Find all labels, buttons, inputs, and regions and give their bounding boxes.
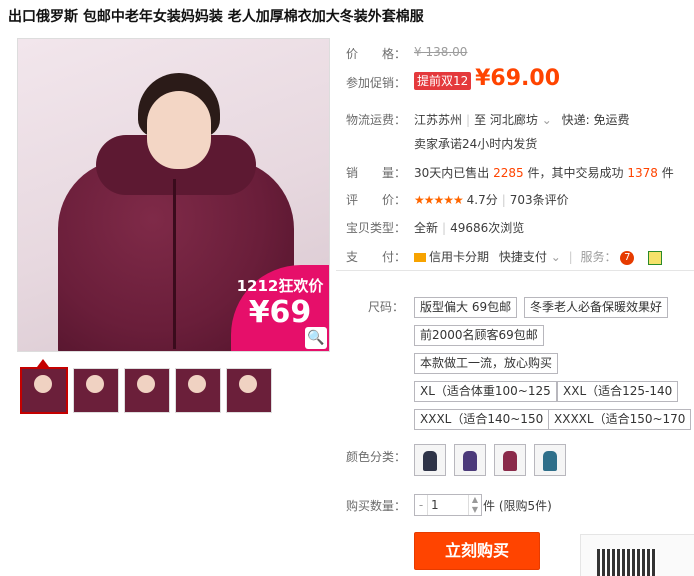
- thumbnail-pointer: [37, 359, 49, 367]
- price-label: 价 格：: [346, 47, 407, 61]
- buy-now-button[interactable]: 立刻购买: [414, 532, 540, 570]
- size-option[interactable]: 冬季老人必备保暖效果好: [524, 297, 669, 318]
- size-option[interactable]: XXL（适合125-140: [557, 381, 679, 402]
- zipper-illustration: [173, 179, 176, 349]
- sales-label: 销 量：: [346, 166, 407, 180]
- color-swatch-3[interactable]: [494, 444, 526, 476]
- review-count-link[interactable]: 703条评价: [510, 193, 569, 207]
- purchase-limit: (限购5件): [498, 499, 552, 513]
- type-label: 宝贝类型：: [346, 221, 407, 235]
- promo-tag-line2: ¥69: [248, 295, 312, 330]
- color-label: 颜色分类：: [346, 450, 407, 464]
- rating-label: 评 价：: [346, 193, 407, 207]
- dropdown-icon[interactable]: ⌄: [542, 113, 552, 127]
- sales-info: 30天内已售出 2285 件，其中交易成功 1378 件: [414, 164, 674, 181]
- size-label: 尺码：: [368, 300, 405, 314]
- size-option[interactable]: 前2000名顾客69包邮: [414, 325, 544, 346]
- product-title: 出口俄罗斯 包邮中老年女装妈妈装 老人加厚棉衣加大冬装外套棉服: [8, 9, 424, 25]
- size-option[interactable]: 本款做工一流，放心购买: [414, 353, 559, 374]
- shipping-to[interactable]: 河北廊坊: [490, 113, 538, 127]
- sales-prefix: 30天内已售出: [414, 166, 490, 180]
- type-info: 全新 | 49686次浏览: [414, 221, 525, 235]
- shipping-route[interactable]: 江苏苏州 | 至 河北廊坊 ⌄ 快递: 免运费: [414, 111, 630, 128]
- sales-suffix: 件: [661, 166, 674, 180]
- payment-methods[interactable]: 信用卡分期 快捷支付 ⌄ | 服务： 7: [414, 248, 663, 265]
- promo-price: 提前双12 ¥69.00: [414, 66, 560, 91]
- thumbnail-1[interactable]: [20, 367, 68, 414]
- section-divider: [336, 270, 694, 271]
- thumbnail-3[interactable]: [124, 368, 170, 413]
- size-option[interactable]: XXXXL（适合150~170: [548, 409, 692, 430]
- guarantee-icon[interactable]: [648, 250, 663, 265]
- rating-score: 4.7分: [466, 193, 498, 207]
- seven-day-return-icon[interactable]: 7: [620, 250, 635, 265]
- size-option[interactable]: 版型偏大 69包邮: [414, 297, 518, 318]
- promo-badge: 提前双12: [414, 72, 472, 90]
- qr-code-icon: [597, 549, 657, 576]
- size-option[interactable]: XL（适合体重100~125: [414, 381, 557, 402]
- sales-middle: 件，其中交易成功: [527, 166, 624, 180]
- service-label: 服务：: [580, 250, 617, 264]
- promo-tag-line1: 1212狂欢价: [236, 277, 324, 295]
- shipping-to-prefix: 至: [474, 113, 487, 127]
- thumbnail-4[interactable]: [175, 368, 221, 413]
- zoom-icon[interactable]: 🔍: [305, 327, 327, 349]
- condition: 全新: [414, 221, 439, 235]
- quick-pay[interactable]: 快捷支付: [499, 250, 547, 264]
- credit-installment[interactable]: 信用卡分期: [429, 250, 489, 264]
- quantity-input[interactable]: 1: [431, 495, 439, 515]
- credit-card-icon: [414, 253, 426, 262]
- color-swatch-2[interactable]: [454, 444, 486, 476]
- success-count: 1378: [627, 166, 658, 180]
- payment-dropdown-icon[interactable]: ⌄: [551, 250, 561, 264]
- sold-count: 2285: [493, 166, 524, 180]
- quantity-unit: 件 (限购5件): [483, 497, 552, 514]
- promo-amount: 69.00: [490, 66, 561, 91]
- quantity-label: 购买数量：: [346, 499, 407, 513]
- shipping-from: 江苏苏州: [414, 113, 463, 127]
- qr-code-panel[interactable]: [580, 534, 694, 576]
- quantity-spin-icon[interactable]: ▲ ▼: [468, 495, 481, 515]
- thumbnail-5[interactable]: [226, 368, 272, 413]
- rating-info[interactable]: ★★★★★ 4.7分 | 703条评价: [414, 191, 569, 208]
- size-option[interactable]: XXXL（适合140~150: [414, 409, 550, 430]
- currency-symbol: ¥: [475, 66, 491, 91]
- promo-label: 参加促销：: [346, 76, 407, 90]
- shipping-label: 物流运费：: [346, 113, 407, 127]
- rating-stars-icon: ★★★★★: [414, 193, 464, 207]
- payment-label: 支 付：: [346, 250, 407, 264]
- quantity-decrease-button[interactable]: -: [415, 495, 428, 515]
- view-count: 49686次浏览: [450, 221, 525, 235]
- quantity-stepper[interactable]: - 1 ▲ ▼: [414, 494, 482, 516]
- shipping-promise: 卖家承诺24小时内发货: [414, 137, 538, 151]
- shipping-method: 快递: 免运费: [561, 113, 630, 127]
- unit-text: 件: [483, 499, 496, 513]
- color-swatch-4[interactable]: [534, 444, 566, 476]
- original-price: ¥ 138.00: [414, 45, 468, 59]
- thumbnail-2[interactable]: [73, 368, 119, 413]
- product-main-image[interactable]: 1212狂欢价 ¥69 🔍: [17, 38, 330, 352]
- color-swatch-1[interactable]: [414, 444, 446, 476]
- face-illustration: [147, 91, 211, 169]
